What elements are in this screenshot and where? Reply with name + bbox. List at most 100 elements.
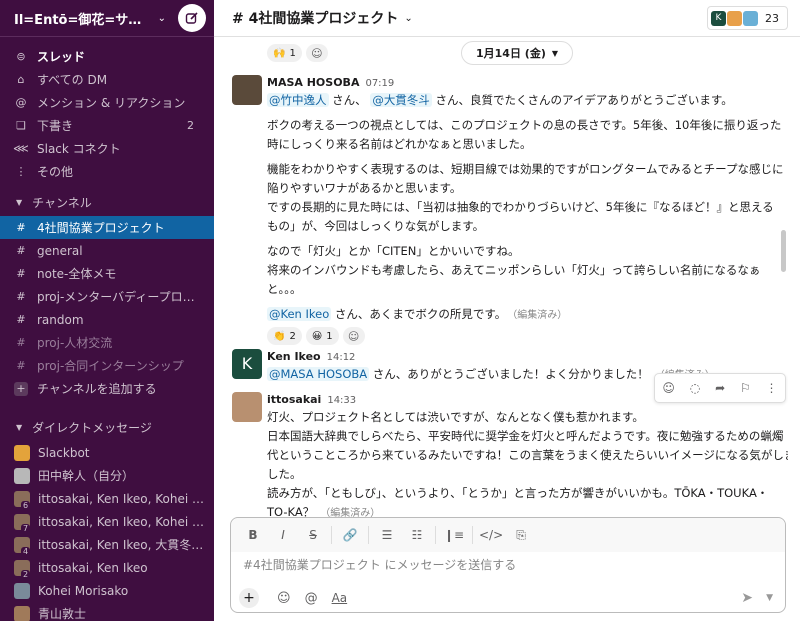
member-avatar <box>727 10 742 26</box>
avatar: 7 <box>14 513 31 533</box>
add-reaction-icon[interactable]: ☺ <box>305 44 328 62</box>
nav-item[interactable]: ⋮ その他 <box>0 160 214 183</box>
add-channel-button[interactable]: + チャンネルを追加する <box>0 377 214 400</box>
member-count-badge: 2 <box>21 569 31 579</box>
mention[interactable]: @竹中逸人 <box>267 93 329 107</box>
avatar <box>14 467 30 484</box>
sidebar-dm[interactable]: 青山敦士 <box>0 602 214 621</box>
edited-label: （編集済み） <box>320 508 381 517</box>
sidebar-channel[interactable]: # proj-合同インターンシップ <box>0 354 214 377</box>
bold-icon[interactable]: B <box>241 528 265 542</box>
mention-icon[interactable]: @ <box>305 591 318 606</box>
avatar[interactable] <box>232 392 262 422</box>
threads-icon: ⊜ <box>16 50 26 63</box>
mention[interactable]: @大貫冬斗 <box>370 93 432 107</box>
sidebar-dm[interactable]: 7 ittosakai, Ken Ikeo, Kohei … <box>0 510 214 533</box>
nav-item[interactable]: ⊜ スレッド <box>0 45 214 68</box>
member-avatar <box>743 10 758 26</box>
formatting-toggle-icon[interactable]: Aa <box>332 591 348 605</box>
nav-item[interactable]: ❏ 下書き 2 <box>0 114 214 137</box>
chevron-down-icon[interactable]: ⌄ <box>404 13 412 24</box>
link-icon[interactable]: 🔗 <box>338 528 362 542</box>
nav-item[interactable]: @ メンション & リアクション <box>0 91 214 114</box>
sidebar: Il=Entō=御花=サ… ⌄ ⊜ スレッド ⌂ すべての DM @ メンション & リア… <box>0 0 214 621</box>
sidebar-channel[interactable]: # proj-メンターバディープロ… <box>0 285 214 308</box>
chevron-down-icon[interactable]: ▼ <box>766 593 773 603</box>
compose-icon <box>185 12 198 24</box>
sidebar-channel[interactable]: # random <box>0 308 214 331</box>
dm-list: Slackbot 田中幹人（自分） 6 ittosakai, Ken Ikeo, Ko… <box>0 441 214 621</box>
hash-icon: # <box>16 267 26 280</box>
scrollbar[interactable] <box>781 230 786 272</box>
message-input[interactable] <box>243 558 773 572</box>
caret-down-icon[interactable]: ▼ <box>16 423 22 432</box>
send-icon[interactable]: ➤ <box>741 590 753 606</box>
sidebar-dm[interactable]: 4 ittosakai, Ken Ikeo, 大貫冬… <box>0 533 214 556</box>
channel-title[interactable]: # 4社間協業プロジェクト <box>232 8 398 28</box>
member-count-badge: 6 <box>21 500 31 510</box>
attach-plus-button[interactable]: + <box>239 588 259 608</box>
bullet-list-icon[interactable]: ☷ <box>405 528 429 542</box>
reaction-pill[interactable]: 🙌 1 <box>267 44 302 62</box>
compose-button[interactable] <box>178 4 206 32</box>
channels-section-header[interactable]: ▼ チャンネル <box>0 189 214 216</box>
message-list: 🙌 1 ☺ 1月14日 (金) ▼ MASA HOSOBA 07:19 @竹中逸人 さ… <box>214 37 788 517</box>
dm-section-header[interactable]: ▼ ダイレクトメッセージ <box>0 414 214 441</box>
avatar: 2 <box>14 559 31 579</box>
avatar <box>14 582 30 599</box>
sidebar-channel[interactable]: #4社間協業プロジェクト <box>0 216 214 239</box>
date-divider[interactable]: 1月14日 (金) ▼ <box>461 41 574 65</box>
mention[interactable]: @MASA HOSOBA <box>267 367 370 381</box>
avatar[interactable]: K <box>232 349 262 379</box>
reaction-pill[interactable]: 👏 2 <box>267 327 302 345</box>
author-name[interactable]: Ken Ikeo <box>267 350 321 363</box>
member-count-badge: 7 <box>21 523 31 533</box>
workspace-name[interactable]: Il=Entō=御花=サ… <box>14 9 152 28</box>
message: ittosakai 14:33 灯火、プロジェクト名としては渋いですが、なんとなく… <box>232 392 788 517</box>
emoji-icon[interactable]: ☺ <box>277 591 291 606</box>
edited-label: （編集済み） <box>512 310 568 321</box>
timestamp[interactable]: 14:33 <box>327 395 356 406</box>
code-icon[interactable]: </> <box>479 528 503 542</box>
sidebar-channel[interactable]: # note-全体メモ <box>0 262 214 285</box>
reaction-pill[interactable]: 😀 1 <box>305 327 339 345</box>
ordered-list-icon[interactable]: ☰ <box>375 528 399 542</box>
hash-icon: # <box>16 336 26 349</box>
blockquote-icon[interactable]: ❙≡ <box>442 528 466 542</box>
sidebar-channel[interactable]: # proj-人材交流 <box>0 331 214 354</box>
at-icon: @ <box>15 96 27 109</box>
italic-icon[interactable]: I <box>271 528 295 542</box>
add-reaction-icon[interactable]: ☺ <box>342 327 365 345</box>
count-badge: 2 <box>187 119 194 132</box>
nav-item[interactable]: ⋘ Slack コネクト <box>0 137 214 160</box>
caret-down-icon[interactable]: ▼ <box>16 198 22 207</box>
sidebar-dm[interactable]: 6 ittosakai, Ken Ikeo, Kohei … <box>0 487 214 510</box>
avatar <box>14 605 30 621</box>
sidebar-dm[interactable]: 田中幹人（自分） <box>0 464 214 487</box>
timestamp[interactable]: 14:12 <box>327 352 356 363</box>
sidebar-dm[interactable]: Slackbot <box>0 441 214 464</box>
sidebar-dm[interactable]: 2 ittosakai, Ken Ikeo <box>0 556 214 579</box>
sidebar-dm[interactable]: Kohei Morisako <box>0 579 214 602</box>
strikethrough-icon[interactable]: S <box>301 528 325 542</box>
avatar[interactable] <box>232 75 262 105</box>
message-composer: B I S 🔗 ☰ ☷ ❙≡ </> ⎘ + ☺ @ Aa ➤ ▼ <box>230 517 786 613</box>
author-name[interactable]: MASA HOSOBA <box>267 76 359 89</box>
code-block-icon[interactable]: ⎘ <box>509 528 533 543</box>
author-name[interactable]: ittosakai <box>267 393 321 406</box>
format-toolbar: B I S 🔗 ☰ ☷ ❙≡ </> ⎘ <box>231 518 785 552</box>
mention[interactable]: @Ken Ikeo <box>267 307 332 321</box>
paragraph: ボクの考える一つの視点としては、このプロジェクトの息の長さです。5年後、10年後… <box>267 118 782 151</box>
nav-item[interactable]: ⌂ すべての DM <box>0 68 214 91</box>
hash-icon: # <box>16 221 26 234</box>
workspace-header[interactable]: Il=Entō=御花=サ… ⌄ <box>0 0 214 37</box>
members-button[interactable]: K 23 <box>707 6 788 30</box>
hash-icon: # <box>16 290 26 303</box>
main-pane: # 4社間協業プロジェクト ⌄ K 23 🙌 1 ☺ 1月14日 (金) ▼ MAS… <box>214 0 800 621</box>
divider <box>435 526 436 544</box>
timestamp[interactable]: 07:19 <box>365 78 394 89</box>
chevron-down-icon[interactable]: ⌄ <box>158 13 166 24</box>
channel-header: # 4社間協業プロジェクト ⌄ K 23 <box>214 0 800 37</box>
paragraph: 機能をわかりやすく表現するのは、短期目線では効果的ですがロングタームでみるとチー… <box>267 162 784 233</box>
sidebar-channel[interactable]: # general <box>0 239 214 262</box>
